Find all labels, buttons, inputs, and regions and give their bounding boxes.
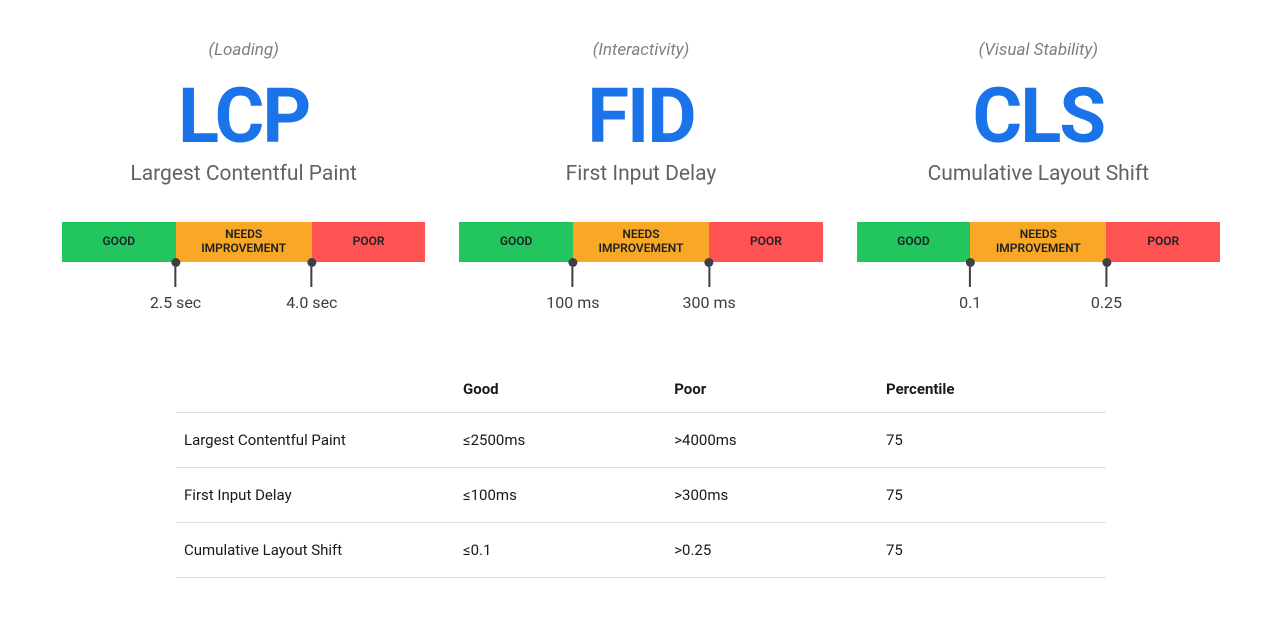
table-row: First Input Delay ≤100ms >300ms 75: [176, 468, 1106, 523]
bar-segment-good: GOOD: [62, 222, 176, 262]
threshold-label: 4.0 sec: [286, 293, 337, 312]
table-row: Largest Contentful Paint ≤2500ms >4000ms…: [176, 413, 1106, 468]
bar-segment-needs-improvement: NEEDSIMPROVEMENT: [573, 222, 709, 262]
threshold-label: 100 ms: [546, 293, 599, 312]
metric-fid: (Interactivity) FID First Input Delay GO…: [457, 40, 824, 310]
threshold-bar: GOOD NEEDSIMPROVEMENT POOR 0.1 0.25: [855, 222, 1222, 310]
metric-cls: (Visual Stability) CLS Cumulative Layout…: [855, 40, 1222, 310]
bar-segment-poor: POOR: [312, 222, 426, 262]
threshold-label: 300 ms: [682, 293, 735, 312]
threshold-tick-2: 4.0 sec: [286, 258, 337, 312]
table-cell-good: ≤0.1: [455, 523, 666, 578]
table-cell-name: Largest Contentful Paint: [176, 413, 455, 468]
threshold-bar: GOOD NEEDSIMPROVEMENT POOR 2.5 sec 4.0 s…: [60, 222, 427, 310]
table-cell-good: ≤100ms: [455, 468, 666, 523]
bar-segment-poor: POOR: [1106, 222, 1220, 262]
bar-segment-poor: POOR: [709, 222, 823, 262]
table-header-poor: Poor: [666, 370, 878, 413]
metric-category: (Interactivity): [593, 40, 690, 60]
metric-abbr: FID: [587, 78, 694, 154]
metric-fullname: Cumulative Layout Shift: [928, 162, 1149, 186]
metric-lcp: (Loading) LCP Largest Contentful Paint G…: [60, 40, 427, 310]
table-header-percentile: Percentile: [878, 370, 1106, 413]
table-row: Cumulative Layout Shift ≤0.1 >0.25 75: [176, 523, 1106, 578]
threshold-tick-1: 0.1: [959, 258, 981, 312]
threshold-tick-1: 100 ms: [546, 258, 599, 312]
threshold-label: 0.1: [959, 293, 981, 312]
metric-fullname: Largest Contentful Paint: [130, 162, 357, 186]
metrics-row: (Loading) LCP Largest Contentful Paint G…: [60, 40, 1222, 310]
threshold-tick-2: 300 ms: [682, 258, 735, 312]
table-cell-percentile: 75: [878, 523, 1106, 578]
threshold-tick-2: 0.25: [1091, 258, 1122, 312]
metric-category: (Loading): [209, 40, 279, 60]
bar-segment-good: GOOD: [857, 222, 971, 262]
metric-abbr: LCP: [178, 78, 309, 154]
table-header-good: Good: [455, 370, 666, 413]
metric-fullname: First Input Delay: [566, 162, 717, 186]
bar-segment-needs-improvement: NEEDSIMPROVEMENT: [970, 222, 1106, 262]
table-cell-poor: >4000ms: [666, 413, 878, 468]
threshold-label: 2.5 sec: [150, 293, 201, 312]
metric-abbr: CLS: [973, 78, 1105, 154]
table-header-empty: [176, 370, 455, 413]
bar-segment-needs-improvement: NEEDSIMPROVEMENT: [176, 222, 312, 262]
table-cell-poor: >0.25: [666, 523, 878, 578]
threshold-label: 0.25: [1091, 293, 1122, 312]
metric-category: (Visual Stability): [979, 40, 1098, 60]
table-cell-good: ≤2500ms: [455, 413, 666, 468]
threshold-bar: GOOD NEEDSIMPROVEMENT POOR 100 ms 300 ms: [457, 222, 824, 310]
threshold-tick-1: 2.5 sec: [150, 258, 201, 312]
table-cell-percentile: 75: [878, 468, 1106, 523]
thresholds-table: Good Poor Percentile Largest Contentful …: [176, 370, 1106, 578]
table-cell-name: First Input Delay: [176, 468, 455, 523]
bar-segment-good: GOOD: [459, 222, 573, 262]
table-cell-name: Cumulative Layout Shift: [176, 523, 455, 578]
table-cell-percentile: 75: [878, 413, 1106, 468]
table-cell-poor: >300ms: [666, 468, 878, 523]
